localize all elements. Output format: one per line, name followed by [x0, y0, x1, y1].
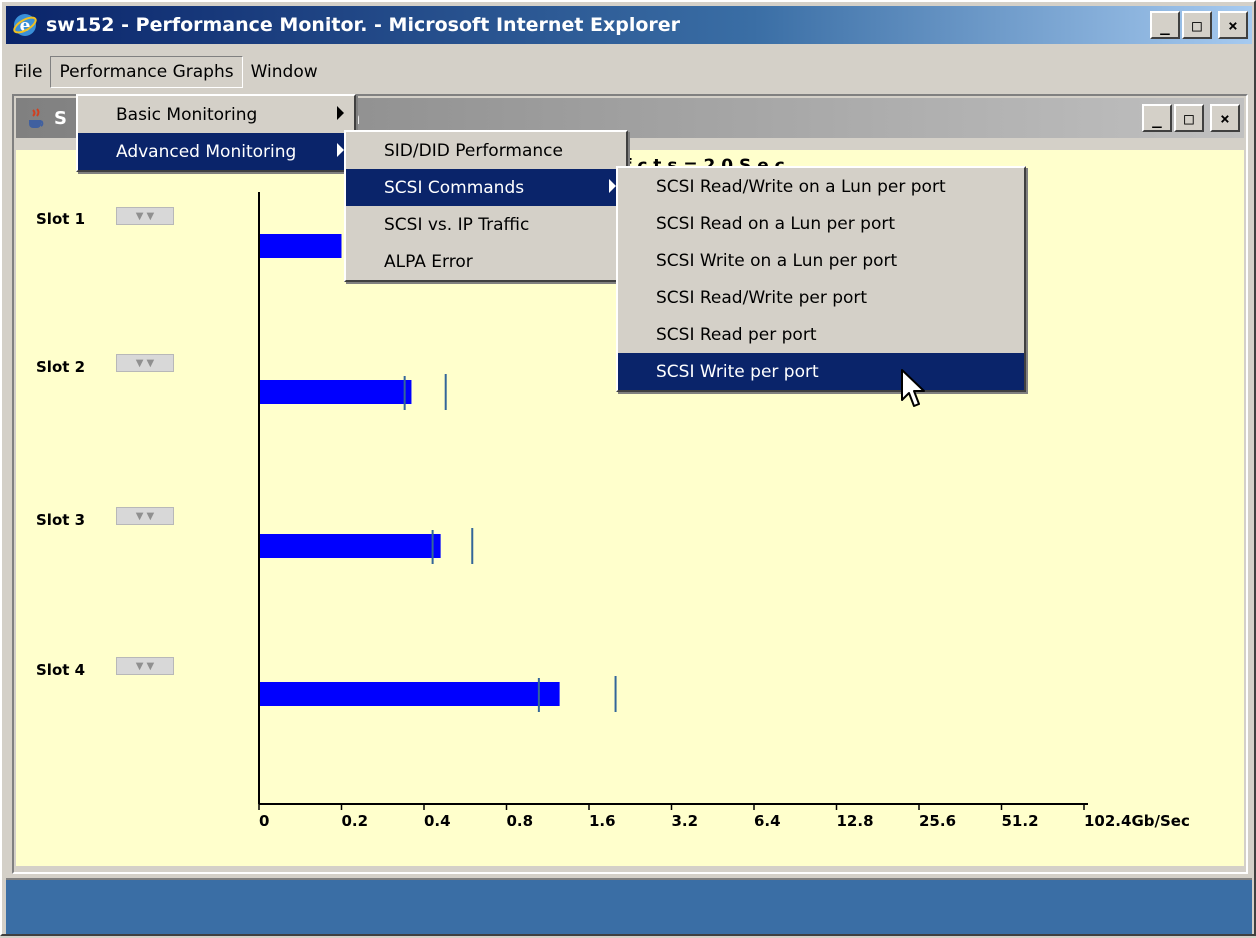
browser-window: e sw152 - Performance Monitor. - Microso… — [0, 0, 1256, 936]
x-tick-label: 25.6 — [919, 812, 956, 830]
x-tick-label: 0 — [259, 812, 269, 830]
x-tick-label: 0.8 — [507, 812, 534, 830]
x-tick-label: 51.2 — [1002, 812, 1039, 830]
menu-item-label: SID/DID Performance — [384, 140, 563, 161]
status-bar — [6, 878, 1252, 934]
menu-item-basic-monitoring[interactable]: Basic Monitoring — [78, 96, 354, 133]
x-tick-label: 102.4Gb/Sec — [1084, 812, 1190, 830]
menu-item-scsi-write-lun[interactable]: SCSI Write on a Lun per port — [618, 242, 1024, 279]
menu-item-scsi-read-lun[interactable]: SCSI Read on a Lun per port — [618, 205, 1024, 242]
x-tick-label: 0.4 — [424, 812, 451, 830]
menu-item-scsi-vs-ip-traffic[interactable]: SCSI vs. IP Traffic — [346, 206, 626, 243]
submenu-arrow-icon — [337, 106, 344, 120]
mouse-cursor-icon — [901, 369, 925, 407]
menu-item-label: Advanced Monitoring — [116, 141, 297, 162]
x-tick-label: 3.2 — [672, 812, 699, 830]
menu-item-label: SCSI vs. IP Traffic — [384, 214, 530, 235]
menu-item-scsi-rw-port[interactable]: SCSI Read/Write per port — [618, 279, 1024, 316]
menu-item-alpa-error[interactable]: ALPA Error — [346, 243, 626, 280]
submenu-arrow-icon — [337, 143, 344, 157]
menu-item-label: SCSI Read/Write on a Lun per port — [656, 176, 946, 197]
menu-item-label: SCSI Write per port — [656, 361, 819, 382]
menu-item-scsi-commands[interactable]: SCSI Commands — [346, 169, 626, 206]
menu-item-label: SCSI Write on a Lun per port — [656, 250, 898, 271]
performance-graphs-menu: Basic Monitoring Advanced Monitoring — [76, 94, 356, 172]
menu-item-advanced-monitoring[interactable]: Advanced Monitoring — [78, 133, 354, 170]
bar-slot-1 — [259, 234, 342, 258]
x-tick-label: 12.8 — [837, 812, 874, 830]
menu-item-sid-did-performance[interactable]: SID/DID Performance — [346, 132, 626, 169]
scsi-commands-menu: SCSI Read/Write on a Lun per port SCSI R… — [616, 166, 1026, 392]
menu-item-label: SCSI Commands — [384, 177, 525, 198]
advanced-monitoring-menu: SID/DID Performance SCSI Commands SCSI v… — [344, 130, 628, 282]
menu-item-label: SCSI Read on a Lun per port — [656, 213, 896, 234]
bar-slot-4 — [259, 682, 560, 706]
menu-item-label: Basic Monitoring — [116, 104, 258, 125]
menu-item-scsi-read-port[interactable]: SCSI Read per port — [618, 316, 1024, 353]
x-tick-label: 6.4 — [754, 812, 781, 830]
menu-item-label: ALPA Error — [384, 251, 473, 272]
submenu-arrow-icon — [609, 179, 616, 193]
bar-slot-2 — [259, 380, 412, 404]
menu-item-label: SCSI Read/Write per port — [656, 287, 868, 308]
x-tick-label: 0.2 — [342, 812, 369, 830]
menu-item-scsi-rw-lun[interactable]: SCSI Read/Write on a Lun per port — [618, 168, 1024, 205]
bar-slot-3 — [259, 534, 441, 558]
x-tick-label: 1.6 — [589, 812, 616, 830]
menu-item-scsi-write-port[interactable]: SCSI Write per port — [618, 353, 1024, 390]
menu-item-label: SCSI Read per port — [656, 324, 817, 345]
